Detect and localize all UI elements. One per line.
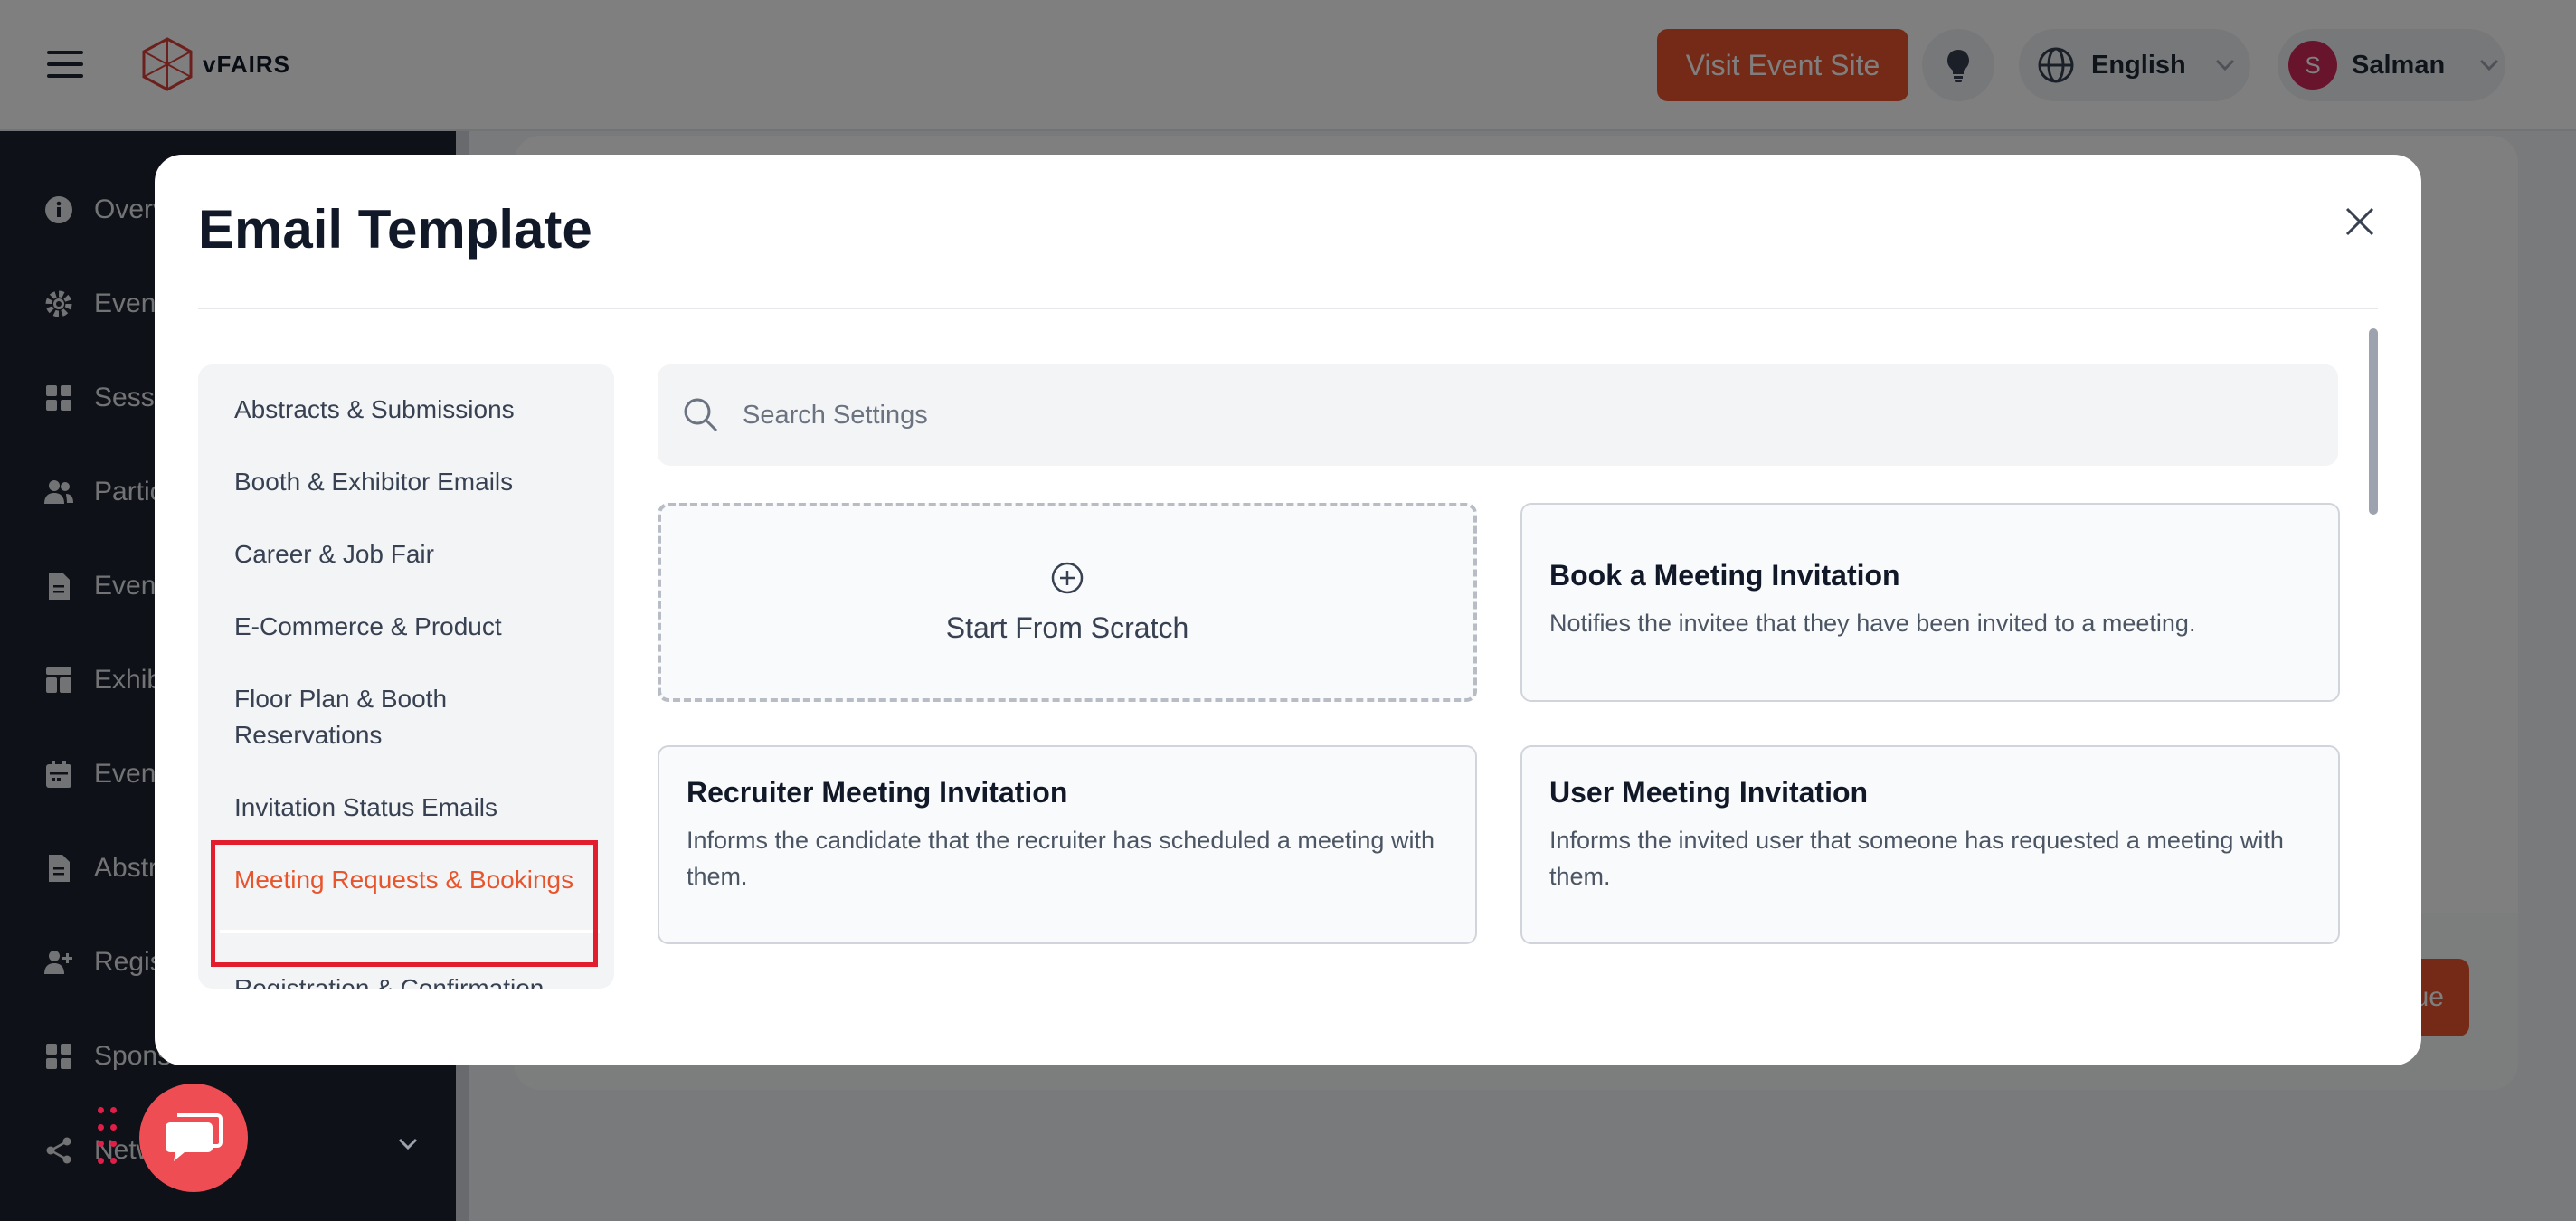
category-ecommerce-product[interactable]: E-Commerce & Product	[234, 609, 596, 645]
category-booth-exhibitor-emails[interactable]: Booth & Exhibitor Emails	[234, 464, 596, 500]
chevron-down-icon[interactable]	[398, 1138, 418, 1150]
close-button[interactable]	[2334, 196, 2385, 247]
search-icon	[684, 398, 718, 432]
divider	[198, 308, 2378, 309]
template-description: Informs the invited user that someone ha…	[1549, 827, 2284, 890]
template-card-user-meeting[interactable]: User Meeting Invitation Informs the invi…	[1520, 745, 2340, 944]
category-career-job-fair[interactable]: Career & Job Fair	[234, 536, 596, 573]
category-abstracts-submissions[interactable]: Abstracts & Submissions	[234, 392, 596, 428]
search-bar[interactable]	[658, 364, 2338, 466]
chat-button[interactable]	[139, 1084, 248, 1192]
template-title: Recruiter Meeting Invitation	[687, 776, 1068, 809]
drag-handle-icon[interactable]	[98, 1107, 119, 1169]
template-title: Book a Meeting Invitation	[1549, 559, 1900, 592]
template-description: Notifies the invitee that they have been…	[1549, 610, 2196, 637]
modal-title: Email Template	[198, 199, 592, 260]
template-card-recruiter-meeting[interactable]: Recruiter Meeting Invitation Informs the…	[658, 745, 1477, 944]
chat-icon	[166, 1113, 223, 1161]
start-from-scratch-card[interactable]: Start From Scratch	[658, 503, 1477, 702]
template-card-book-a-meeting[interactable]: Book a Meeting Invitation Notifies the i…	[1520, 503, 2340, 702]
category-registration-confirmation[interactable]: Registration & Confirmation	[234, 970, 596, 989]
template-description: Informs the candidate that the recruiter…	[687, 827, 1435, 890]
search-input[interactable]	[743, 400, 2280, 431]
category-floor-plan-booth-reservations[interactable]: Floor Plan & Booth Reservations	[234, 681, 596, 753]
start-from-scratch-label: Start From Scratch	[945, 610, 1189, 644]
close-icon	[2345, 207, 2374, 236]
modal-scrollbar-thumb[interactable]	[2369, 328, 2378, 515]
template-title: User Meeting Invitation	[1549, 776, 1869, 809]
plus-circle-icon	[1051, 562, 1084, 593]
selection-highlight	[211, 840, 598, 967]
category-invitation-status-emails[interactable]: Invitation Status Emails	[234, 790, 596, 826]
